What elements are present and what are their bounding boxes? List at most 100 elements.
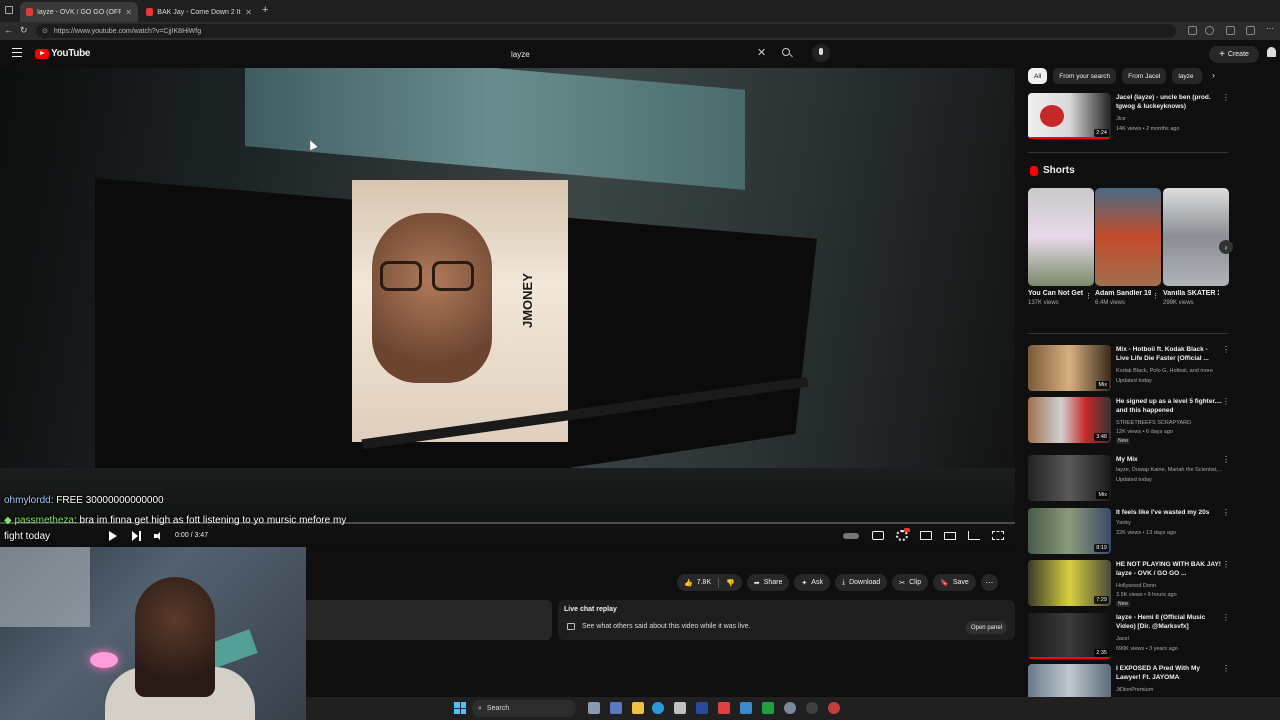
url-field[interactable]: ⊙ https://www.youtube.com/watch?v=CjjIK8… [36,24,1176,38]
captions-icon[interactable] [872,531,884,540]
more-options-icon[interactable]: ⋮ [1222,613,1230,622]
video-player[interactable]: JMONEY [0,68,1015,548]
app-icon[interactable] [696,702,708,714]
ask-button[interactable]: ✦ Ask [794,574,830,591]
video-thumbnail[interactable]: 2:24 [1028,93,1111,139]
video-thumbnail[interactable]: Mix [1028,345,1111,391]
create-button[interactable]: + Create [1209,46,1259,63]
short-thumbnail[interactable] [1095,188,1161,286]
site-info-icon[interactable]: ⊙ [42,27,48,35]
open-panel-button[interactable]: Open panel [965,621,1007,634]
more-options-icon[interactable]: ⋮ [1152,292,1159,300]
file-explorer-icon[interactable] [632,702,644,714]
back-icon[interactable]: ← [4,25,13,35]
video-title[interactable]: HE NOT PLAYING WITH BAK JAY! layze - OVK… [1116,560,1222,578]
app-icon[interactable] [740,702,752,714]
volume-icon[interactable] [154,532,163,540]
reader-icon[interactable] [1188,26,1197,35]
windows-start-icon[interactable] [454,702,466,714]
video-title[interactable]: Mix - Hotboii ft. Kodak Black - Live Lif… [1116,345,1222,363]
channel-name[interactable]: STREETBEEFS SCRAPYARD [1116,420,1224,426]
video-thumbnail[interactable]: 3:48 [1028,397,1111,443]
chip-from-your-search[interactable]: From your search [1053,68,1117,84]
channel-name[interactable]: Hollywood Donn [1116,583,1224,589]
store-icon[interactable] [674,702,686,714]
video-title[interactable]: He signed up as a level 5 fighter.... an… [1116,397,1222,415]
more-options-icon[interactable]: ⋮ [1222,93,1230,102]
chevron-right-icon[interactable]: › [1212,70,1215,80]
short-title[interactable]: Adam Sandler 19... [1095,290,1151,297]
short-thumbnail[interactable] [1028,188,1094,286]
recommended-mix[interactable]: Mix My Mix layze, Duwap Kaine, Mariah th… [1028,455,1230,503]
recommended-video[interactable]: 3:48 He signed up as a level 5 fighter..… [1028,397,1230,445]
short-title[interactable]: Vanilla SKATER XL... [1163,290,1219,297]
short-item[interactable]: You Can Not Get These ... 137K views ⋮ [1028,188,1094,306]
shield-icon[interactable] [718,702,730,714]
recommended-mix[interactable]: Mix Mix - Hotboii ft. Kodak Black - Live… [1028,345,1230,393]
taskbar-search[interactable]: ⌕ Search [472,700,576,717]
download-button[interactable]: ⤓ Download [834,574,888,591]
recommended-video[interactable]: 2:35 layze - Hemi II (Official Music Vid… [1028,613,1230,661]
menu-icon[interactable] [12,48,22,57]
close-tab-icon[interactable]: ✕ [245,8,252,17]
clip-button[interactable]: ✂ Clip [892,574,929,591]
channel-name[interactable]: Yanky [1116,520,1224,526]
video-title[interactable]: I EXPOSED A Pred With My Lawyer! Ft. JAY… [1116,664,1222,682]
video-title[interactable]: Jacel (layze) - uncle ben (prod. tgwog &… [1116,93,1222,111]
chip-from-jacel[interactable]: From Jacel [1122,68,1167,84]
cast-icon[interactable] [968,531,980,540]
video-thumbnail[interactable] [1028,664,1111,697]
like-button[interactable]: 👍 7.8K 👎 [677,574,742,591]
window-menu-icon[interactable] [5,6,13,14]
recommended-video[interactable]: 2:24 Jacel (layze) - uncle ben (prod. tg… [1028,93,1230,141]
task-view-icon[interactable] [588,702,600,714]
channel-name[interactable]: Jacel [1116,636,1224,642]
chip-all[interactable]: All [1028,68,1048,84]
share-button[interactable]: ➦ Share [746,574,790,591]
copilot-icon[interactable] [610,702,622,714]
clear-search-icon[interactable]: ✕ [757,46,766,59]
channel-name[interactable]: JiDionPremium [1116,687,1224,693]
channel-name[interactable]: layze, Duwap Kaine, Mariah the Scientist… [1116,467,1224,473]
channel-name[interactable]: Kodak Black, Polo G, Hotboii, and more [1116,368,1224,374]
play-icon[interactable] [109,531,117,541]
microphone-icon[interactable] [812,44,830,62]
video-thumbnail[interactable]: 7:29 [1028,560,1111,606]
recommended-video[interactable]: 8:19 It feels like I've wasted my 20s Ya… [1028,508,1230,556]
more-options-icon[interactable]: ⋮ [1222,664,1228,673]
next-video-icon[interactable] [132,531,141,541]
channel-name[interactable]: Jlce [1116,116,1224,122]
favorite-icon[interactable] [1205,26,1214,35]
more-options-icon[interactable]: ⋮ [1222,560,1230,569]
miniplayer-icon[interactable] [920,531,932,540]
video-progress-bar[interactable] [0,522,1015,524]
profile-icon[interactable] [1246,26,1255,35]
more-options-icon[interactable]: ⋮ [1222,508,1230,517]
notifications-bell-icon[interactable] [1267,47,1276,57]
media-player-icon[interactable] [806,702,818,714]
video-title[interactable]: layze - Hemi II (Official Music Video) [… [1116,613,1222,631]
recommended-video[interactable]: 7:29 HE NOT PLAYING WITH BAK JAY! layze … [1028,560,1230,608]
obs-icon[interactable] [828,702,840,714]
chip-layze[interactable]: layze [1172,68,1203,84]
more-options-icon[interactable]: ⋮ [1085,292,1092,300]
more-actions-icon[interactable]: ⋯ [980,574,998,591]
browser-tab[interactable]: BAK Jay - Come Down 2 It / Rat M ✕ [140,2,258,22]
autoplay-toggle[interactable] [843,533,859,539]
new-tab-icon[interactable]: + [262,4,268,16]
recommended-video[interactable]: I EXPOSED A Pred With My Lawyer! Ft. JAY… [1028,664,1228,697]
search-icon[interactable] [780,46,794,60]
thumbs-down-icon[interactable]: 👎 [726,579,735,587]
video-title[interactable]: My Mix [1116,455,1222,464]
extensions-icon[interactable] [1226,26,1235,35]
settings-more-icon[interactable]: ⋯ [1266,24,1275,33]
youtube-logo[interactable]: YouTube [35,48,91,59]
search-input[interactable]: layze [505,44,775,64]
close-tab-icon[interactable]: ✕ [125,8,132,17]
settings-gear-icon[interactable] [896,528,910,541]
fullscreen-icon[interactable] [992,531,1004,540]
more-options-icon[interactable]: ⋮ [1222,345,1230,354]
edge-browser-icon[interactable] [652,702,664,714]
reload-icon[interactable]: ↻ [20,25,28,36]
xbox-icon[interactable] [762,702,774,714]
